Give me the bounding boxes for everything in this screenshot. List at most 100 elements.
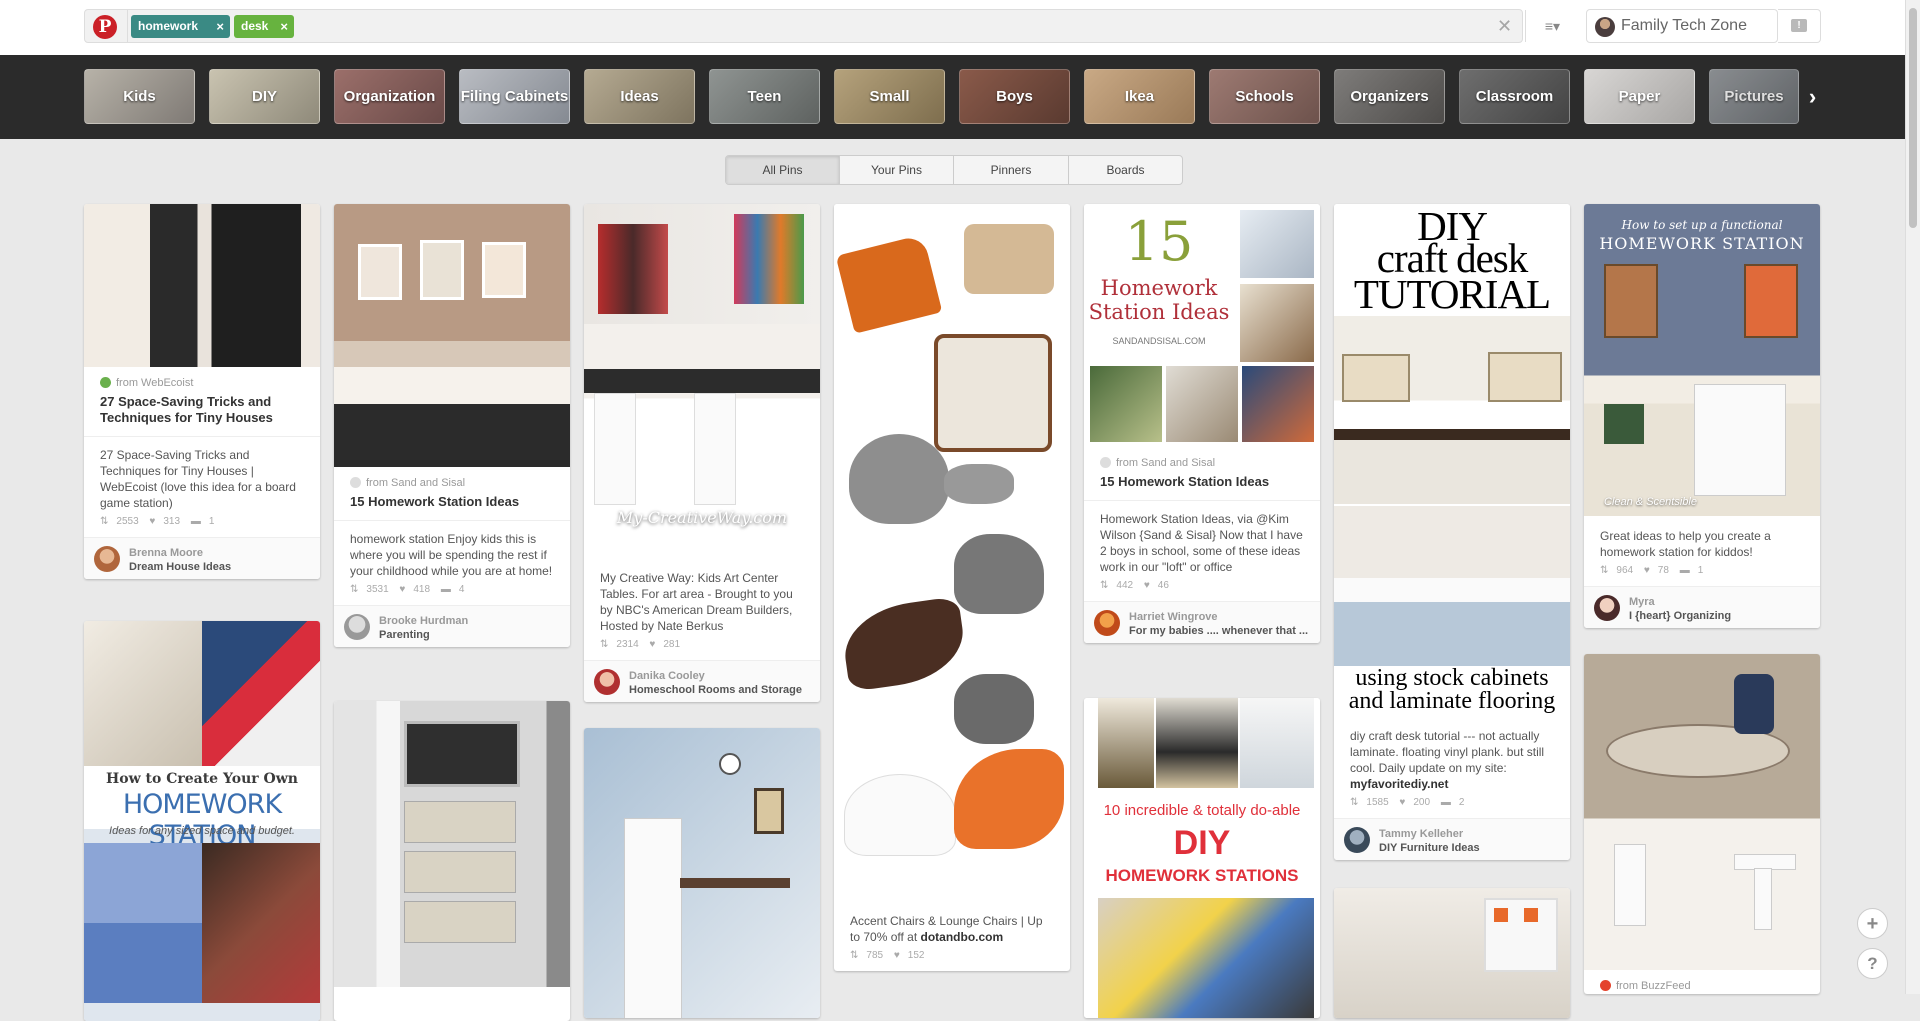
- source-link[interactable]: dotandbo.com: [921, 930, 1004, 944]
- help-button[interactable]: ?: [1857, 948, 1888, 979]
- category-kids[interactable]: Kids: [84, 69, 195, 124]
- pinner-name[interactable]: Brooke Hurdman: [379, 615, 468, 627]
- category-pictures[interactable]: Pictures: [1709, 69, 1799, 124]
- pin-image[interactable]: How to set up a functional HOMEWORK STAT…: [1584, 204, 1820, 516]
- pinner-row[interactable]: Brooke Hurdman Parenting: [334, 605, 570, 647]
- pinner-avatar[interactable]: [1594, 595, 1620, 621]
- logo-area[interactable]: P: [85, 10, 128, 42]
- pin-image[interactable]: [84, 204, 320, 367]
- pinner-row[interactable]: Tammy Kelleher DIY Furniture Ideas: [1334, 818, 1570, 860]
- pin-card-craft-desk[interactable]: DIY craft desk TUTORIAL using stock cabi…: [1334, 204, 1570, 860]
- pin-image[interactable]: [334, 701, 570, 987]
- notifications-button[interactable]: !: [1778, 9, 1821, 43]
- category-organization[interactable]: Organization: [334, 69, 445, 124]
- pinterest-logo-icon[interactable]: P: [93, 15, 117, 39]
- pin-source[interactable]: from BuzzFeed: [1616, 980, 1691, 992]
- pin-image[interactable]: 15 Homework Station Ideas SANDANDSISAL.C…: [1084, 204, 1320, 447]
- pin-card-wall-organizer[interactable]: [334, 701, 570, 1021]
- pin-image[interactable]: [1334, 888, 1570, 1018]
- pinner-avatar[interactable]: [594, 669, 620, 695]
- search-bar[interactable]: P homework × desk × ✕ ≡▾: [84, 9, 1560, 43]
- pinner-board[interactable]: Dream House Ideas: [129, 561, 231, 573]
- category-boys[interactable]: Boys: [959, 69, 1070, 124]
- remove-token-icon[interactable]: ×: [280, 15, 288, 38]
- repin-icon: ⇅: [350, 584, 359, 595]
- pinner-row[interactable]: Danika Cooley Homeschool Rooms and Stora…: [584, 660, 820, 702]
- search-token-desk[interactable]: desk ×: [234, 15, 294, 38]
- pinner-board[interactable]: I {heart} Organizing: [1629, 610, 1731, 622]
- tab-all-pins[interactable]: All Pins: [726, 156, 840, 184]
- pin-title[interactable]: 15 Homework Station Ideas: [334, 490, 570, 521]
- pin-card-white-room[interactable]: [1334, 888, 1570, 1018]
- pin-image[interactable]: [584, 728, 820, 1018]
- pin-image[interactable]: [1584, 654, 1820, 970]
- page-scrollbar[interactable]: [1905, 0, 1920, 994]
- category-filing-cabinets[interactable]: Filing Cabinets: [459, 69, 570, 124]
- tab-pinners[interactable]: Pinners: [954, 156, 1069, 184]
- pin-description: Accent Chairs & Lounge Chairs | Up to 70…: [834, 901, 1070, 949]
- scrollbar-thumb[interactable]: [1909, 8, 1917, 228]
- pinner-avatar[interactable]: [94, 546, 120, 572]
- pin-title[interactable]: 27 Space-Saving Tricks and Techniques fo…: [84, 390, 320, 437]
- pinner-board[interactable]: Parenting: [379, 629, 430, 641]
- pin-image[interactable]: [834, 204, 1070, 901]
- pinner-row[interactable]: Myra I {heart} Organizing: [1584, 586, 1820, 628]
- repin-count: 2553: [116, 516, 139, 527]
- pin-card-accent-chairs[interactable]: Accent Chairs & Lounge Chairs | Up to 70…: [834, 204, 1070, 971]
- repin-icon: ⇅: [100, 516, 109, 527]
- remove-token-icon[interactable]: ×: [216, 15, 224, 38]
- pinner-board[interactable]: For my babies .... whenever that ...: [1129, 625, 1308, 637]
- pinner-name[interactable]: Brenna Moore: [129, 547, 203, 559]
- add-pin-button[interactable]: +: [1857, 908, 1888, 939]
- pinner-row[interactable]: Brenna Moore Dream House Ideas: [84, 537, 320, 579]
- pinner-avatar[interactable]: [344, 614, 370, 640]
- comment-icon: ▬: [440, 584, 451, 595]
- pin-card-homework-station-2[interactable]: 15 Homework Station Ideas SANDANDSISAL.C…: [1084, 204, 1320, 643]
- pin-title[interactable]: 15 Homework Station Ideas: [1084, 470, 1320, 501]
- category-classroom[interactable]: Classroom: [1459, 69, 1570, 124]
- pinner-name[interactable]: Danika Cooley: [629, 670, 705, 682]
- pinner-board[interactable]: Homeschool Rooms and Storage: [629, 684, 802, 696]
- profile-button[interactable]: Family Tech Zone: [1586, 9, 1778, 43]
- search-token-homework[interactable]: homework ×: [131, 15, 230, 38]
- pinner-board[interactable]: DIY Furniture Ideas: [1379, 842, 1480, 854]
- pin-card-desk-nook[interactable]: [584, 728, 820, 1018]
- source-favicon-icon: [1600, 980, 1611, 991]
- tab-boards[interactable]: Boards: [1069, 156, 1182, 184]
- pinner-row[interactable]: Harriet Wingrove For my babies .... when…: [1084, 601, 1320, 643]
- pin-card-functional-homework-station[interactable]: How to set up a functional HOMEWORK STAT…: [1584, 204, 1820, 628]
- pin-card-diy-homework-stations[interactable]: 10 incredible & totally do-able DIY HOME…: [1084, 698, 1320, 1018]
- category-teen[interactable]: Teen: [709, 69, 820, 124]
- pin-source[interactable]: from Sand and Sisal: [366, 477, 465, 489]
- pin-image[interactable]: 10 incredible & totally do-able DIY HOME…: [1084, 698, 1320, 1018]
- pin-source[interactable]: from Sand and Sisal: [1116, 457, 1215, 469]
- chevron-right-icon[interactable]: ›: [1800, 69, 1825, 124]
- category-ideas[interactable]: Ideas: [584, 69, 695, 124]
- pin-card-table-refinish[interactable]: from BuzzFeed: [1584, 654, 1820, 994]
- pin-card-homework-station-1[interactable]: from Sand and Sisal 15 Homework Station …: [334, 204, 570, 647]
- pinner-name[interactable]: Myra: [1629, 596, 1655, 608]
- category-schools[interactable]: Schools: [1209, 69, 1320, 124]
- pin-image[interactable]: [334, 204, 570, 467]
- pin-image[interactable]: My-CreativeWay.com: [584, 204, 820, 558]
- category-paper[interactable]: Paper: [1584, 69, 1695, 124]
- pinner-avatar[interactable]: [1094, 610, 1120, 636]
- clear-search-icon[interactable]: ✕: [1497, 15, 1512, 37]
- category-organizers[interactable]: Organizers: [1334, 69, 1445, 124]
- category-small[interactable]: Small: [834, 69, 945, 124]
- pin-card-tiny-houses[interactable]: from WebEcoist 27 Space-Saving Tricks an…: [84, 204, 320, 579]
- category-ikea[interactable]: Ikea: [1084, 69, 1195, 124]
- pin-image[interactable]: DIY craft desk TUTORIAL using stock cabi…: [1334, 204, 1570, 716]
- pinner-name[interactable]: Harriet Wingrove: [1129, 611, 1218, 623]
- pin-card-homework-station-diy[interactable]: How to Create Your Own HOMEWORK STATION …: [84, 621, 320, 1021]
- pin-image[interactable]: How to Create Your Own HOMEWORK STATION …: [84, 621, 320, 1021]
- tab-your-pins[interactable]: Your Pins: [840, 156, 954, 184]
- pinner-avatar[interactable]: [1344, 827, 1370, 853]
- category-diy[interactable]: DIY: [209, 69, 320, 124]
- like-count: 418: [413, 584, 431, 595]
- pin-card-art-center[interactable]: My-CreativeWay.com My Creative Way: Kids…: [584, 204, 820, 702]
- source-link[interactable]: myfavoritediy.net: [1350, 777, 1448, 791]
- pin-source[interactable]: from WebEcoist: [116, 377, 193, 389]
- menu-button[interactable]: ≡▾: [1525, 10, 1579, 42]
- pinner-name[interactable]: Tammy Kelleher: [1379, 828, 1463, 840]
